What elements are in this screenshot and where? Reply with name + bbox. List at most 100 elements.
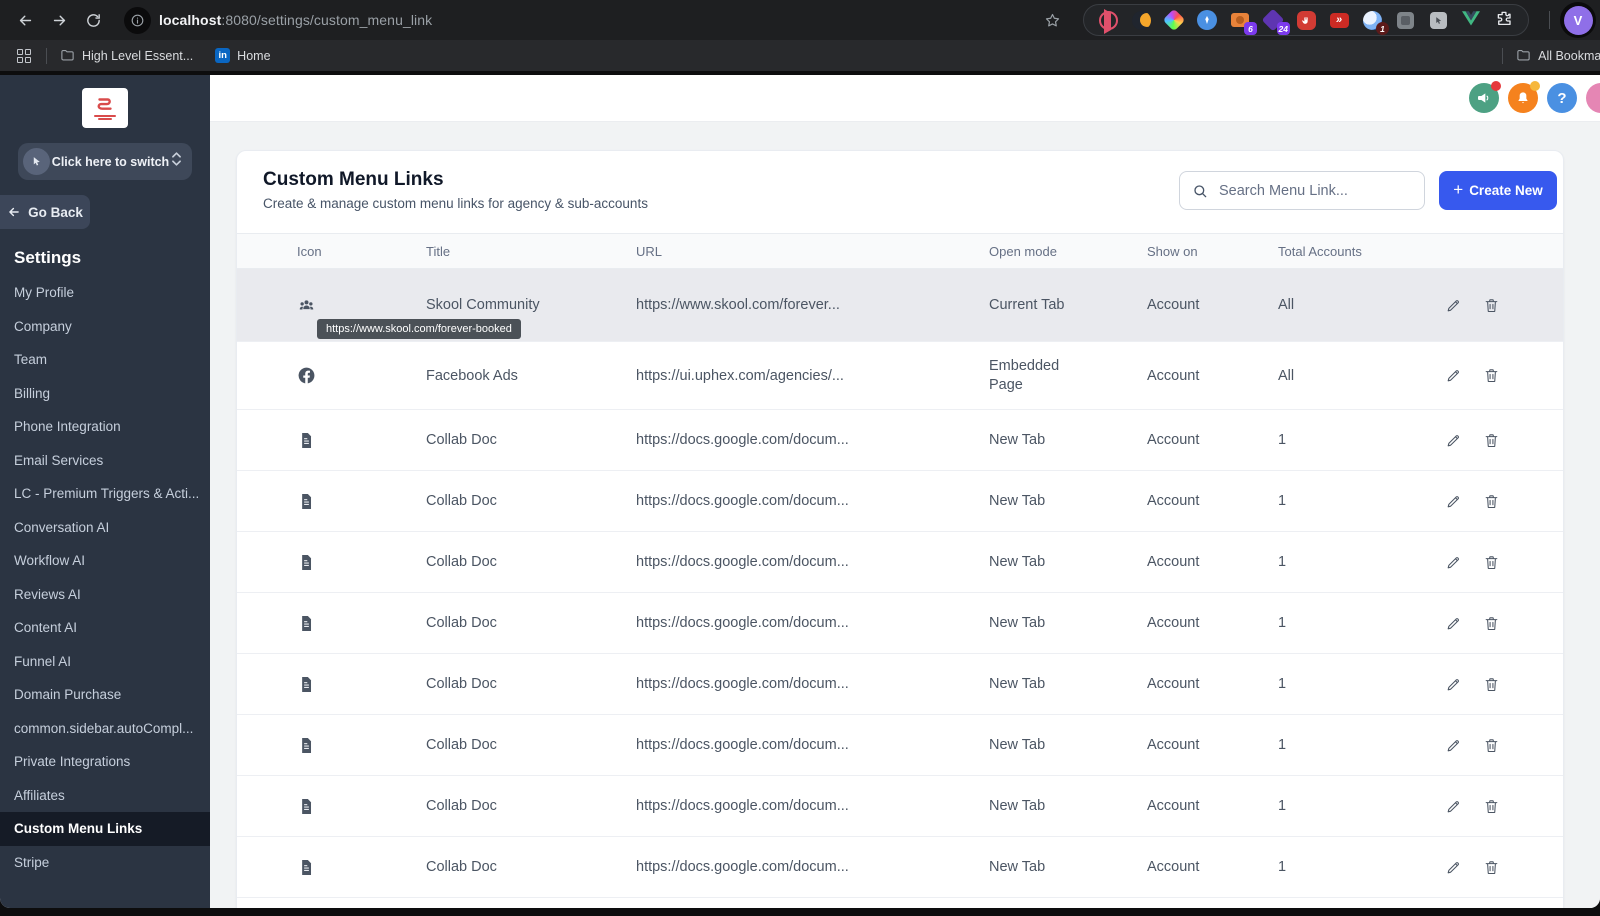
sidebar-item-conversation-ai[interactable]: Conversation AI [0, 511, 210, 545]
url-host: localhost [159, 12, 222, 28]
apps-grid-icon[interactable] [17, 48, 31, 63]
sidebar-item-company[interactable]: Company [0, 310, 210, 344]
table-row[interactable]: Collab Dochttps://docs.google.com/docum.… [237, 837, 1563, 898]
edit-button[interactable] [1445, 676, 1462, 693]
table-row[interactable]: Collab Dochttps://docs.google.com/docum.… [237, 593, 1563, 654]
sidebar-item-billing[interactable]: Billing [0, 377, 210, 411]
forward-icon[interactable] [42, 3, 76, 37]
sidebar-item-domain-purchase[interactable]: Domain Purchase [0, 678, 210, 712]
row-title: Collab Doc [426, 798, 497, 814]
bookmark-high-level[interactable]: High Level Essent... [60, 48, 193, 63]
prism-extension-icon[interactable] [1162, 8, 1186, 32]
delete-button[interactable] [1483, 367, 1500, 384]
globe-extension-icon[interactable]: 1 [1362, 10, 1389, 35]
edit-button[interactable] [1445, 432, 1462, 449]
sidebar-item-workflow-ai[interactable]: Workflow AI [0, 544, 210, 578]
table-row[interactable]: Collab Dochttps://docs.google.com/docum.… [237, 715, 1563, 776]
row-title: Facebook Ads [426, 367, 518, 384]
row-show-on: Account [1147, 737, 1200, 753]
announcement-icon[interactable] [1469, 81, 1501, 113]
delete-button[interactable] [1483, 554, 1500, 571]
table-row[interactable]: Collab Dochttps://docs.google.com/docum.… [237, 471, 1563, 532]
column-header-icon: Icon [297, 243, 322, 259]
notifications-bell-icon[interactable] [1508, 81, 1540, 113]
sidebar-item-lc-premium-triggers-acti[interactable]: LC - Premium Triggers & Acti... [0, 477, 210, 511]
create-new-button[interactable]: + Create New [1439, 171, 1557, 210]
search-input[interactable] [1217, 181, 1412, 200]
edit-button[interactable] [1445, 615, 1462, 632]
sidebar-item-stripe[interactable]: Stripe [0, 846, 210, 880]
table-row[interactable]: Collab Dochttps://docs.google.com/docum.… [237, 410, 1563, 471]
back-icon[interactable] [8, 3, 42, 37]
edit-button[interactable] [1445, 367, 1462, 384]
table-row[interactable]: Facebook Ads https://ui.uphex.com/agencie… [237, 342, 1563, 410]
delete-button[interactable] [1483, 493, 1500, 510]
bookmark-star-icon[interactable] [1035, 3, 1069, 37]
camera-extension-icon[interactable]: 6 [1230, 10, 1257, 35]
edit-button[interactable] [1445, 554, 1462, 571]
sidebar-item-reviews-ai[interactable]: Reviews AI [0, 578, 210, 612]
row-open-mode: New Tab [989, 797, 1046, 814]
row-actions [1418, 432, 1563, 449]
sidebar-item-content-ai[interactable]: Content AI [0, 611, 210, 645]
address-bar[interactable]: localhost:8080/settings/custom_menu_link [159, 12, 432, 28]
all-bookmarks-label: All Bookmarks [1538, 48, 1600, 63]
sidebar-item-custom-menu-links[interactable]: Custom Menu Links [0, 812, 210, 846]
sidebar-item-team[interactable]: Team [0, 343, 210, 377]
fast-forward-extension-icon[interactable]: » [1329, 10, 1349, 30]
row-total-accounts: 1 [1278, 615, 1287, 631]
arrow-left-icon [9, 207, 19, 217]
table-row[interactable]: Collab Dochttps://docs.google.com/docum.… [237, 898, 1563, 908]
row-actions [1418, 859, 1563, 876]
sidebar-item-my-profile[interactable]: My Profile [0, 276, 210, 310]
delete-button[interactable] [1483, 737, 1500, 754]
delete-button[interactable] [1483, 297, 1500, 314]
delete-button[interactable] [1483, 859, 1500, 876]
sidebar-item-common-sidebar-autocompl[interactable]: common.sidebar.autoCompl... [0, 712, 210, 746]
account-switcher[interactable]: Click here to switch [18, 143, 192, 180]
profile-partial-icon[interactable] [1586, 83, 1600, 113]
hand-blocker-extension-icon[interactable] [1296, 10, 1316, 30]
delete-button[interactable] [1483, 798, 1500, 815]
cursor-app-extension-icon[interactable] [1428, 10, 1448, 30]
bookmark-label: High Level Essent... [82, 48, 194, 63]
vue-extension-icon[interactable] [1461, 10, 1481, 30]
sidebar-item-phone-integration[interactable]: Phone Integration [0, 410, 210, 444]
go-back-button[interactable]: Go Back [0, 195, 90, 229]
sidebar-item-affiliates[interactable]: Affiliates [0, 779, 210, 813]
sidebar-item-funnel-ai[interactable]: Funnel AI [0, 645, 210, 679]
row-title: Skool Community [426, 297, 540, 313]
delete-button[interactable] [1483, 432, 1500, 449]
table-row[interactable]: Collab Dochttps://docs.google.com/docum.… [237, 776, 1563, 837]
delete-button[interactable] [1483, 615, 1500, 632]
moon-extension-icon[interactable] [1131, 10, 1151, 30]
table-row[interactable]: Collab Dochttps://docs.google.com/docum.… [237, 654, 1563, 715]
sidebar-item-email-services[interactable]: Email Services [0, 444, 210, 478]
help-icon[interactable]: ? [1547, 83, 1577, 113]
edit-button[interactable] [1445, 798, 1462, 815]
browser-avatar: V [1563, 5, 1593, 35]
all-bookmarks[interactable]: All Bookmarks [1516, 48, 1600, 63]
bookmark-home[interactable]: in Home [215, 48, 271, 63]
edit-button[interactable] [1445, 859, 1462, 876]
pen-extension-icon[interactable] [1197, 10, 1217, 30]
url-path: :8080/settings/custom_menu_link [221, 12, 433, 28]
sidebar-item-private-integrations[interactable]: Private Integrations [0, 745, 210, 779]
url-tooltip: https://www.skool.com/forever-booked [317, 319, 521, 339]
edit-button[interactable] [1445, 737, 1462, 754]
row-open-mode: Embedded Page [989, 357, 1060, 393]
browser-profile-button[interactable]: V [1560, 2, 1596, 38]
delete-button[interactable] [1483, 676, 1500, 693]
reload-icon[interactable] [76, 3, 110, 37]
video-play-extension-icon[interactable] [1098, 10, 1118, 30]
puzzle-extension-icon[interactable] [1494, 10, 1514, 30]
purple-diamond-extension-icon[interactable]: 24 [1261, 8, 1290, 35]
gray-app-extension-icon[interactable] [1395, 10, 1415, 30]
extension-badge: 1 [1376, 22, 1389, 35]
table-row[interactable]: Skool Community https://www.skool.com/for… [237, 269, 1563, 342]
site-info-icon[interactable] [124, 6, 151, 34]
edit-button[interactable] [1445, 297, 1462, 314]
row-total-accounts: 1 [1278, 554, 1287, 570]
edit-button[interactable] [1445, 493, 1462, 510]
table-row[interactable]: Collab Dochttps://docs.google.com/docum.… [237, 532, 1563, 593]
